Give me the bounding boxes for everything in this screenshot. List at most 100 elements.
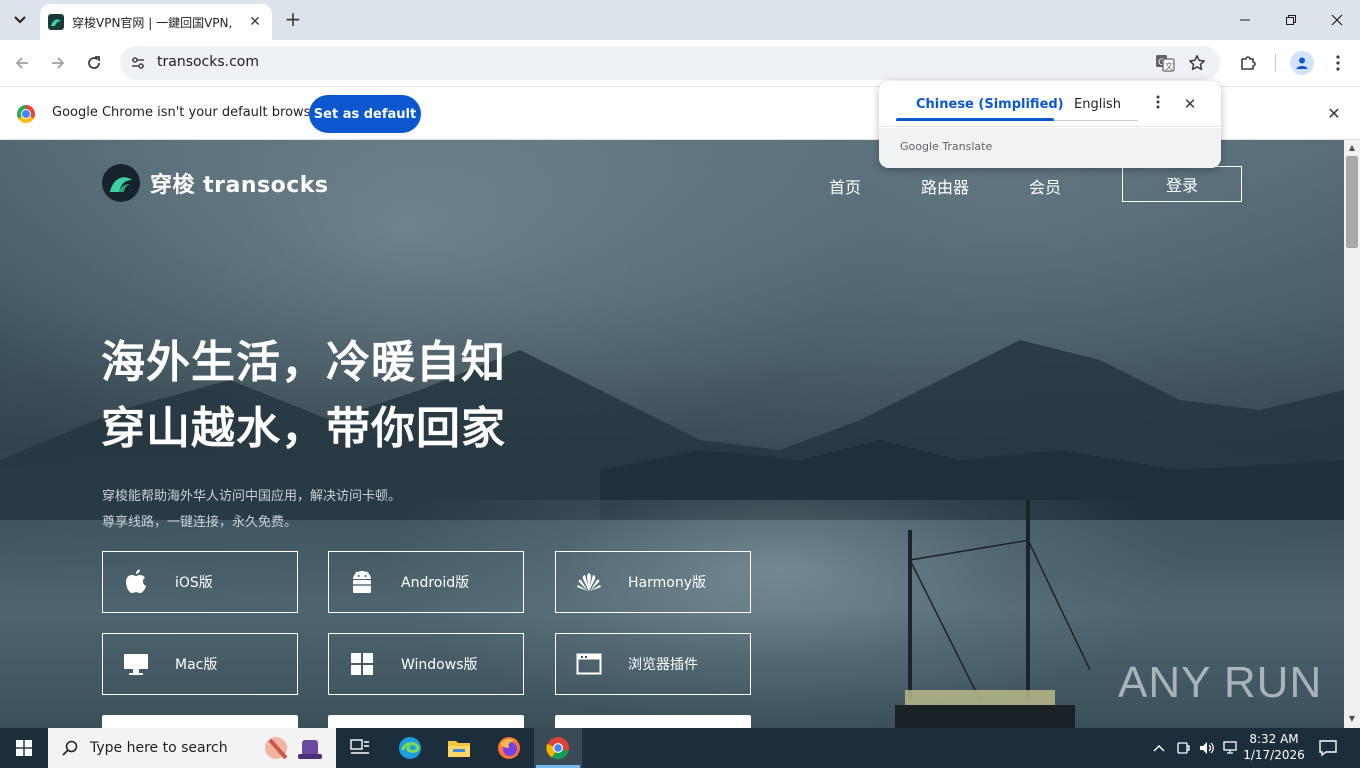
download-harmony-button[interactable]: Harmony版 — [555, 551, 751, 613]
edge-icon — [399, 737, 421, 759]
taskbar-search-box[interactable]: Type here to search — [48, 728, 336, 768]
windows-icon — [349, 651, 375, 677]
translate-close-icon[interactable]: ✕ — [1181, 95, 1199, 113]
android-icon — [349, 569, 375, 595]
translate-footer: Google Translate — [879, 128, 1221, 168]
hero-headline-line-2: 穿山越水，带你回家 — [101, 403, 506, 454]
hero-headline-line-1: 海外生活，冷暖自知 — [101, 337, 506, 388]
clock-time: 8:32 AM — [1249, 732, 1299, 746]
maximize-button[interactable] — [1268, 0, 1314, 40]
search-placeholder: Type here to search — [90, 740, 228, 756]
download-button-partial[interactable] — [102, 715, 298, 728]
tray-device-button[interactable] — [1174, 739, 1192, 757]
extensions-button[interactable] — [1237, 52, 1259, 74]
tab-search-button[interactable] — [6, 6, 34, 34]
tune-icon — [132, 57, 144, 69]
active-tab-indicator — [896, 118, 1054, 121]
tab-source-language[interactable]: Chinese (Simplified) — [916, 97, 1064, 112]
chevron-up-icon — [1153, 745, 1165, 752]
scroll-up-icon[interactable]: ▲ — [1347, 143, 1357, 153]
url-text[interactable]: transocks.com — [157, 54, 259, 70]
tray-overflow-button[interactable] — [1150, 739, 1168, 757]
page-scrollbar[interactable]: ▲ ▼ — [1344, 140, 1360, 728]
tray-volume-button[interactable] — [1198, 739, 1216, 757]
minimize-icon — [1240, 19, 1250, 21]
tray-network-button[interactable] — [1222, 739, 1240, 757]
download-mac-button[interactable]: Mac版 — [102, 633, 298, 695]
download-windows-button[interactable]: Windows版 — [328, 633, 524, 695]
google-translate-brand: Google Translate — [900, 140, 993, 153]
chrome-icon — [546, 737, 569, 760]
new-tab-button[interactable]: + — [282, 8, 304, 30]
logo-text: 穿梭 transocks — [150, 173, 329, 198]
close-window-button[interactable] — [1314, 0, 1360, 40]
set-as-default-button[interactable]: Set as default — [309, 95, 421, 133]
folder-icon — [448, 741, 470, 757]
chrome-menu-button[interactable] — [1327, 52, 1349, 74]
monitor-icon — [123, 651, 149, 677]
device-icon — [1177, 742, 1190, 754]
star-icon — [1189, 55, 1205, 71]
address-bar[interactable]: transocks.com G文 — [120, 46, 1220, 80]
download-button-partial[interactable] — [555, 715, 751, 728]
download-windows-label: Windows版 — [401, 657, 478, 673]
login-button[interactable]: 登录 — [1122, 166, 1242, 202]
apple-icon — [123, 569, 149, 595]
notification-icon — [1319, 740, 1337, 757]
start-button[interactable] — [0, 728, 48, 768]
taskbar-firefox[interactable] — [493, 732, 525, 764]
windows-taskbar: Type here to search 8:32 AM 1/17/2026 — [0, 728, 1360, 768]
taskbar-clock[interactable]: 8:32 AM 1/17/2026 — [1242, 731, 1306, 763]
minimize-button[interactable] — [1222, 0, 1268, 40]
download-android-button[interactable]: Android版 — [328, 551, 524, 613]
browser-tab[interactable]: 穿梭VPN官网 | 一鍵回国VPN, ✕ — [40, 4, 272, 40]
tab-close-icon[interactable]: ✕ — [246, 13, 264, 31]
hero-subline-1: 穿梭能帮助海外华人访问中国应用，解决访问卡顿。 — [102, 489, 402, 504]
reload-button[interactable] — [81, 50, 107, 76]
infobar-close-icon[interactable]: ✕ — [1324, 104, 1344, 124]
profile-avatar[interactable] — [1290, 51, 1314, 75]
puzzle-icon — [1241, 56, 1256, 70]
scroll-down-icon[interactable]: ▼ — [1347, 714, 1357, 724]
hero-subline-2: 尊享线路，一键连接，永久免费。 — [102, 515, 298, 530]
restore-icon — [1286, 15, 1296, 25]
back-button[interactable] — [9, 50, 35, 76]
nav-home-link[interactable]: 首页 — [829, 174, 861, 198]
site-info-button[interactable] — [128, 53, 148, 73]
transocks-logo-icon — [102, 164, 140, 202]
tab-divider — [1054, 120, 1138, 121]
more-vertical-icon — [1336, 55, 1340, 71]
nav-membership-link[interactable]: 会员 — [1029, 174, 1061, 198]
translate-icon: G文 — [1156, 55, 1175, 72]
translate-page-button[interactable]: G文 — [1154, 52, 1176, 74]
person-icon — [1296, 57, 1308, 69]
search-icon — [62, 740, 78, 756]
download-browser-extension-button[interactable]: 浏览器插件 — [555, 633, 751, 695]
site-logo[interactable]: 穿梭 transocks — [102, 164, 329, 202]
nav-router-link[interactable]: 路由器 — [921, 174, 969, 198]
tab-strip: 穿梭VPN官网 | 一鍵回国VPN, ✕ + — [0, 0, 1360, 40]
notification-center-button[interactable] — [1318, 738, 1338, 758]
network-icon — [1223, 741, 1237, 754]
tab-target-language[interactable]: English — [1074, 97, 1121, 112]
toolbar-divider — [1275, 54, 1276, 72]
translate-options-button[interactable] — [1149, 95, 1167, 113]
download-ios-button[interactable]: iOS版 — [102, 551, 298, 613]
translate-popup: Chinese (Simplified) English ✕ Google Tr… — [879, 81, 1221, 168]
taskbar-edge[interactable] — [394, 732, 426, 764]
firefox-icon — [498, 737, 520, 759]
download-ios-label: iOS版 — [175, 575, 213, 591]
task-view-button[interactable] — [344, 732, 376, 764]
download-harmony-label: Harmony版 — [628, 575, 706, 591]
taskbar-file-explorer[interactable] — [443, 732, 475, 764]
chevron-down-icon — [14, 16, 26, 24]
windows-logo-icon — [16, 740, 32, 756]
forward-button[interactable] — [45, 50, 71, 76]
watermark-text: ANY RUN — [1118, 658, 1323, 707]
clock-date: 1/17/2026 — [1243, 748, 1305, 762]
download-button-partial[interactable] — [328, 715, 524, 728]
arrow-left-icon — [15, 57, 28, 69]
taskbar-chrome[interactable] — [542, 732, 574, 764]
scroll-thumb[interactable] — [1346, 156, 1358, 248]
bookmark-button[interactable] — [1186, 52, 1208, 74]
